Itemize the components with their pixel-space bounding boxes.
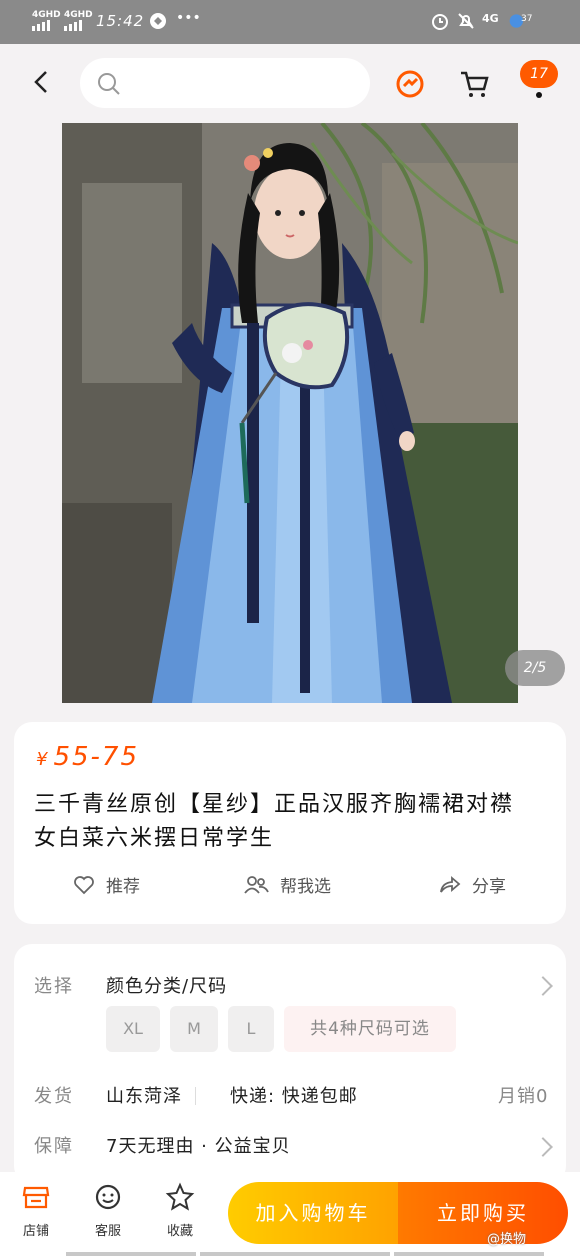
size-option-m[interactable]: M [170, 1006, 218, 1052]
cart-icon[interactable] [458, 68, 490, 100]
share-button[interactable]: 分享 [438, 872, 506, 897]
search-icon [98, 73, 120, 95]
heart-icon [74, 875, 94, 894]
currency-symbol: ¥ [36, 749, 50, 770]
watermark: @换物 [487, 1232, 527, 1247]
search-input[interactable] [132, 58, 356, 110]
select-label: 选择 [34, 976, 74, 997]
shipping-label: 发货 [34, 1086, 74, 1107]
ship-from: 山东菏泽 [106, 1086, 182, 1107]
divider [195, 1087, 196, 1105]
share-label: 分享 [472, 877, 506, 897]
share-icon [440, 875, 461, 893]
signal-1-label: 4GHD [32, 10, 61, 20]
add-to-cart-button[interactable]: 加入购物车 [228, 1182, 398, 1244]
size-option-l[interactable]: L [228, 1006, 274, 1052]
buy-now-button[interactable]: 立即购买 [398, 1182, 568, 1244]
signal-2-label: 4GHD [64, 10, 93, 20]
home-indicator-3 [394, 1252, 544, 1256]
shop-icon [22, 1186, 50, 1209]
mute-icon [458, 13, 474, 29]
more-notifications: ••• [176, 10, 201, 26]
alarm-icon [432, 14, 448, 30]
star-icon [165, 1182, 195, 1211]
tab-shop[interactable]: 店铺 [6, 1182, 66, 1239]
rebate-icon[interactable] [394, 68, 426, 100]
signal-1-icon [32, 20, 50, 31]
product-photo [62, 123, 518, 703]
tab-favorite[interactable]: 收藏 [150, 1182, 210, 1239]
help-me-choose-button[interactable]: 帮我选 [242, 872, 331, 897]
size-option-xl[interactable]: XL [106, 1006, 160, 1052]
more-menu-dot[interactable] [536, 92, 542, 98]
product-actions: 推荐 帮我选 分享 [14, 872, 566, 912]
tab-customer-service-label: 客服 [94, 1224, 121, 1239]
clock: 15:42 [96, 12, 145, 30]
product-image[interactable] [62, 123, 518, 703]
home-indicator-1 [66, 1252, 196, 1256]
tab-favorite-label: 收藏 [166, 1224, 193, 1239]
image-counter: 2/5 [505, 650, 565, 686]
recommend-button[interactable]: 推荐 [72, 872, 140, 897]
product-details-card: 选择 颜色分类/尺码 XL M L 共4种尺码可选 发货 山东菏泽 快递: 快递… [14, 944, 566, 1184]
price: ¥55-75 [36, 742, 139, 772]
help-me-choose-label: 帮我选 [280, 877, 331, 897]
tab-customer-service[interactable]: 客服 [78, 1182, 138, 1239]
back-icon[interactable] [28, 68, 56, 96]
people-icon [244, 875, 269, 894]
top-nav: 17 [0, 44, 580, 124]
tab-shop-label: 店铺 [22, 1224, 49, 1239]
guarantee-label: 保障 [34, 1136, 74, 1157]
select-chevron-icon [533, 976, 553, 996]
select-value: 颜色分类/尺码 [106, 976, 228, 997]
network-type: 4G [482, 12, 499, 25]
guarantee-chevron-icon [533, 1137, 553, 1157]
guarantee-value: 7天无理由 · 公益宝贝 [106, 1136, 291, 1157]
price-value: 55-75 [53, 742, 140, 772]
cart-count-badge[interactable]: 17 [520, 60, 558, 88]
product-info-card: ¥55-75 三千青丝原创【星纱】正品汉服齐胸襦裙对襟女白菜六米摆日常学生 推荐… [14, 722, 566, 924]
more-sizes[interactable]: 共4种尺码可选 [284, 1006, 456, 1052]
status-bar: 4GHD 4GHD 15:42 ••• 4G 37 [0, 0, 580, 44]
express-info: 快递: 快递包邮 [230, 1086, 358, 1107]
product-title: 三千青丝原创【星纱】正品汉服齐胸襦裙对襟女白菜六米摆日常学生 [34, 792, 515, 851]
notification-app-icon [150, 13, 166, 29]
monthly-sales: 月销0 [498, 1086, 549, 1107]
battery-level: 37 [521, 14, 533, 24]
recommend-label: 推荐 [106, 877, 140, 897]
chat-icon [95, 1184, 121, 1210]
home-indicator-2 [200, 1252, 390, 1256]
signal-2-icon [64, 20, 82, 31]
search-bar[interactable] [80, 58, 370, 110]
